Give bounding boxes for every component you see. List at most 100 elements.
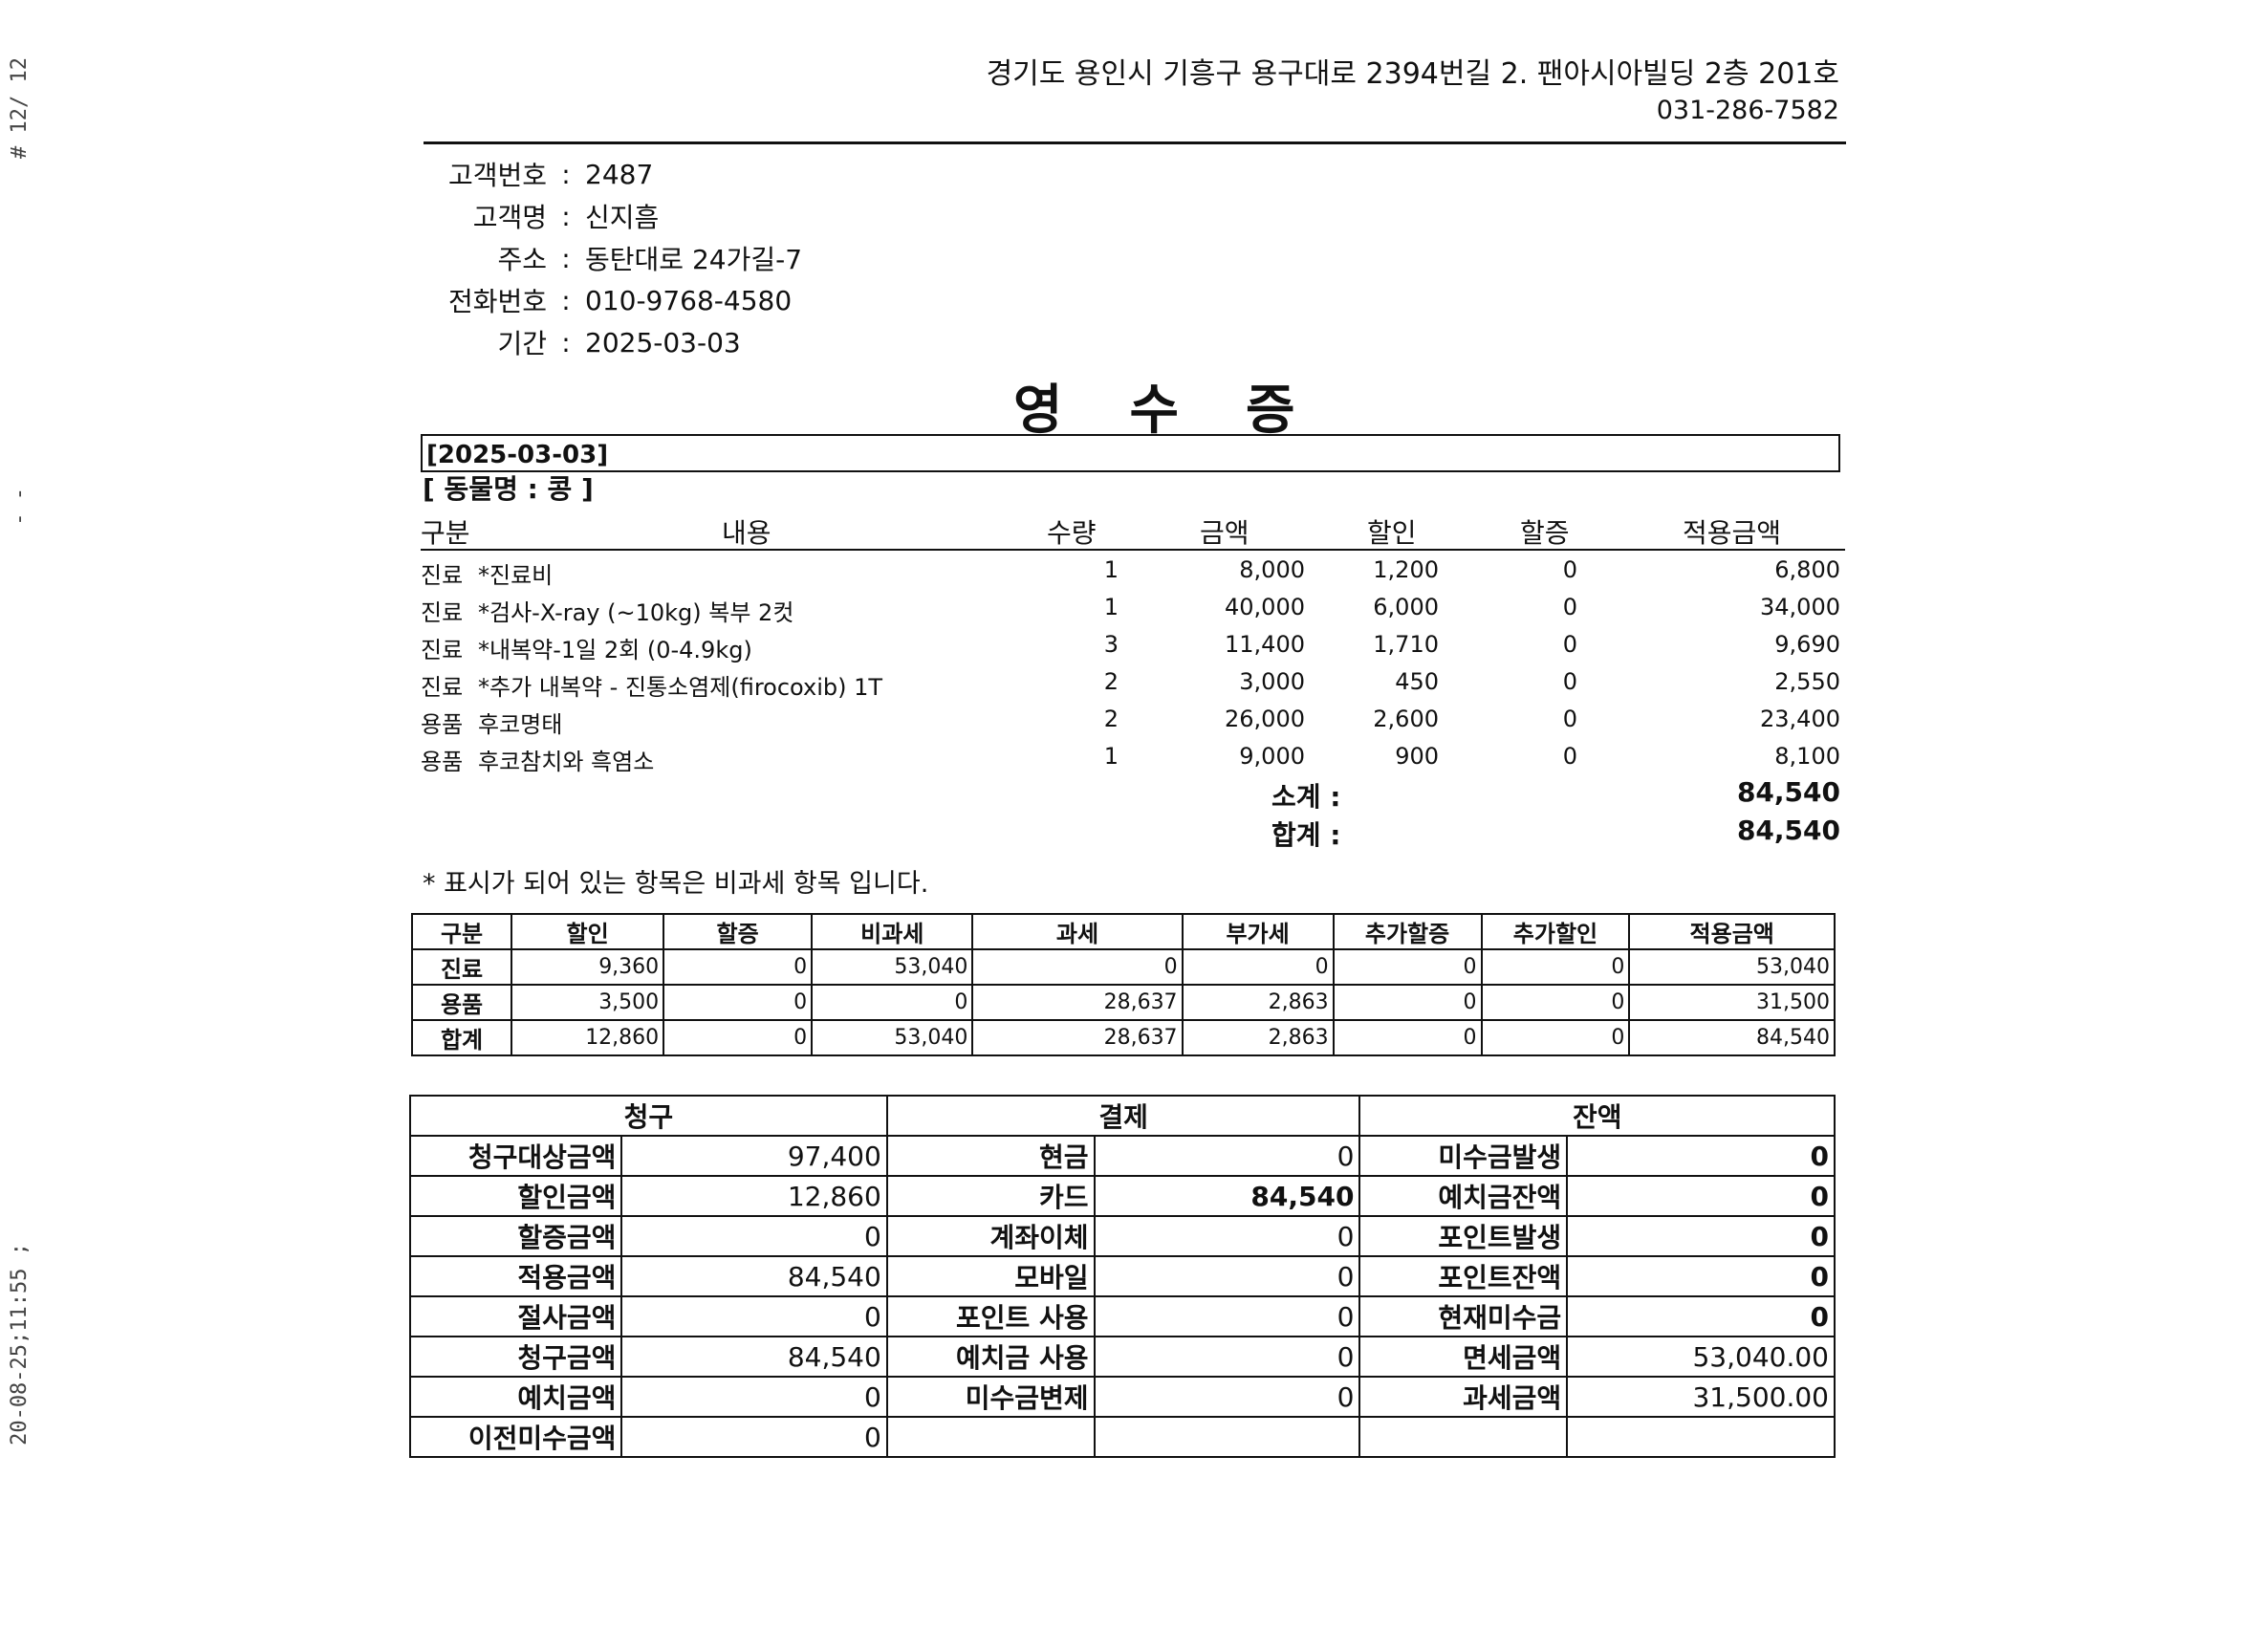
header-desc: 내용 [722,517,771,549]
payment-value: 0 [1566,1255,1836,1297]
item-category: 진료 [421,674,464,701]
item-desc: *내복약-1일 2회 (0-4.9kg) [478,637,752,663]
fax-margin-bottom: 20-08-25;11:55 ; [8,1243,32,1446]
summary-cell: 합계 [410,1019,513,1056]
customer-field-row: 주소: 동탄대로 24가길-7 [430,237,802,279]
payment-value: 0 [1093,1215,1361,1257]
item-rows: 진료 *진료비 1 8,000 1,200 0 6,800 진료 *검사-X-ray (~10k… [421,551,1845,775]
item-amount: 40,000 [1225,594,1305,620]
header-category: 구분 [421,517,470,549]
item-category: 진료 [421,562,464,589]
item-applied: 2,550 [1774,668,1840,695]
item-qty: 3 [1103,631,1119,658]
customer-field-row: 전화번호:010-9768-4580 [430,279,802,321]
item-discount: 2,600 [1373,706,1439,732]
header-surcharge: 할증 [1520,517,1570,549]
payment-label: 적용금액 [408,1255,623,1297]
payment-value [1566,1416,1836,1458]
summary-header-cell: 추가할증 [1332,913,1483,950]
customer-field-row: 고객번호:2487 [430,153,802,195]
summary-cell: 0 [1181,948,1335,986]
clinic-phone: 031-286-7582 [1656,96,1839,125]
fax-margin-top: # 12/ 12 [8,57,32,159]
item-row: 진료 *검사-X-ray (~10kg) 복부 2컷 1 40,000 6,000 0 34… [421,588,1845,626]
payment-row: 적용금액 84,540 모바일 0 포인트잔액 0 [408,1255,1836,1297]
payment-label: 이전미수금액 [408,1416,623,1458]
summary-cell: 0 [971,948,1184,986]
visit-date-box: [2025-03-03] [421,434,1840,472]
payment-row: 이전미수금액 0 [408,1416,1836,1458]
item-qty: 2 [1103,706,1119,732]
payment-value: 0 [1566,1175,1836,1217]
payment-value: 0 [620,1215,888,1257]
payment-value: 0 [620,1416,888,1458]
item-desc: *진료비 [478,562,554,589]
item-discount: 1,710 [1373,631,1439,658]
customer-field-separator: : [561,158,571,190]
payment-value: 84,540 [620,1255,888,1297]
payment-label: 예치금잔액 [1358,1175,1569,1217]
tax-exempt-note: * 표시가 되어 있는 항목은 비과세 항목 입니다. [423,869,929,899]
customer-field-label: 기간 [497,328,547,359]
payment-label: 면세금액 [1358,1336,1569,1378]
payment-label: 예치금 사용 [885,1336,1096,1378]
payment-value: 0 [620,1376,888,1418]
summary-cell: 31,500 [1628,984,1836,1021]
customer-field-separator: : [561,284,571,316]
payment-row: 청구대상금액 97,400 현금 0 미수금발생 0 [408,1135,1836,1177]
item-row: 진료 *내복약-1일 2회 (0-4.9kg) 3 11,400 1,710 0 9,690 [421,625,1845,663]
summary-row: 용품 3,500 0 0 28,637 2,863 0 0 31,500 [410,984,1836,1021]
payment-label: 포인트발생 [1358,1215,1569,1257]
summary-cell: 0 [1480,1019,1631,1056]
summary-cell: 2,863 [1181,984,1335,1021]
item-row: 용품 후코참치와 흑염소 1 9,000 900 0 8,100 [421,737,1845,775]
item-category: 용품 [421,711,464,738]
item-desc: 후코명태 [478,711,563,738]
payment-label: 모바일 [885,1255,1096,1297]
item-qty: 2 [1103,668,1119,695]
customer-field-label: 고객번호 [447,160,547,191]
item-surcharge: 0 [1562,743,1577,770]
payment-label: 과세금액 [1358,1376,1569,1418]
item-desc: *추가 내복약 - 진통소염제(firocoxib) 1T [478,674,883,701]
payment-table: 청구 결제 잔액 청구대상금액 97,400 현금 0 미수금발생 0 할인금액 12,860 카드 8… [408,1095,1836,1458]
summary-header-cell: 추가할인 [1480,913,1631,950]
payment-value: 0 [1093,1135,1361,1177]
item-qty: 1 [1103,556,1119,583]
tax-summary-table: 구분 할인 할증 비과세 과세 부가세 추가할증 추가할인 적용금액 진료 9,360 0 53,040… [410,913,1836,1056]
summary-cell: 28,637 [971,984,1184,1021]
payment-value: 0 [1093,1295,1361,1337]
item-applied: 6,800 [1774,556,1840,583]
summary-cell: 53,040 [811,948,974,986]
customer-field-value: 010-9768-4580 [585,284,793,316]
summary-cell: 0 [663,1019,814,1056]
item-amount: 11,400 [1225,631,1305,658]
payment-value: 0 [1093,1376,1361,1418]
summary-header-cell: 과세 [971,913,1184,950]
subtotal-value: 84,540 [1736,776,1840,808]
customer-field-label: 전화번호 [447,286,547,317]
item-qty: 1 [1103,594,1119,620]
payment-label: 할증금액 [408,1215,623,1257]
item-discount: 6,000 [1373,594,1439,620]
item-discount: 450 [1395,668,1439,695]
item-applied: 8,100 [1774,743,1840,770]
total-label: 합계 : [1271,819,1341,851]
customer-field-value: 2025-03-03 [585,326,741,359]
customer-field-value: 2487 [585,158,654,190]
item-applied: 34,000 [1760,594,1840,620]
summary-cell: 9,360 [511,948,665,986]
payment-value: 84,540 [620,1336,888,1378]
payment-row: 절사금액 0 포인트 사용 0 현재미수금 0 [408,1295,1836,1337]
summary-cell: 0 [663,984,814,1021]
customer-field-separator: : [561,242,571,274]
summary-cell: 2,863 [1181,1019,1335,1056]
total-value: 84,540 [1736,815,1840,846]
payment-label: 카드 [885,1175,1096,1217]
payment-label: 현재미수금 [1358,1295,1569,1337]
summary-cell: 84,540 [1628,1019,1836,1056]
payment-row: 예치금액 0 미수금변제 0 과세금액 31,500.00 [408,1376,1836,1418]
item-category: 진료 [421,599,464,626]
animal-name: [ 동물명 : 콩 ] [423,473,594,505]
item-surcharge: 0 [1562,556,1577,583]
